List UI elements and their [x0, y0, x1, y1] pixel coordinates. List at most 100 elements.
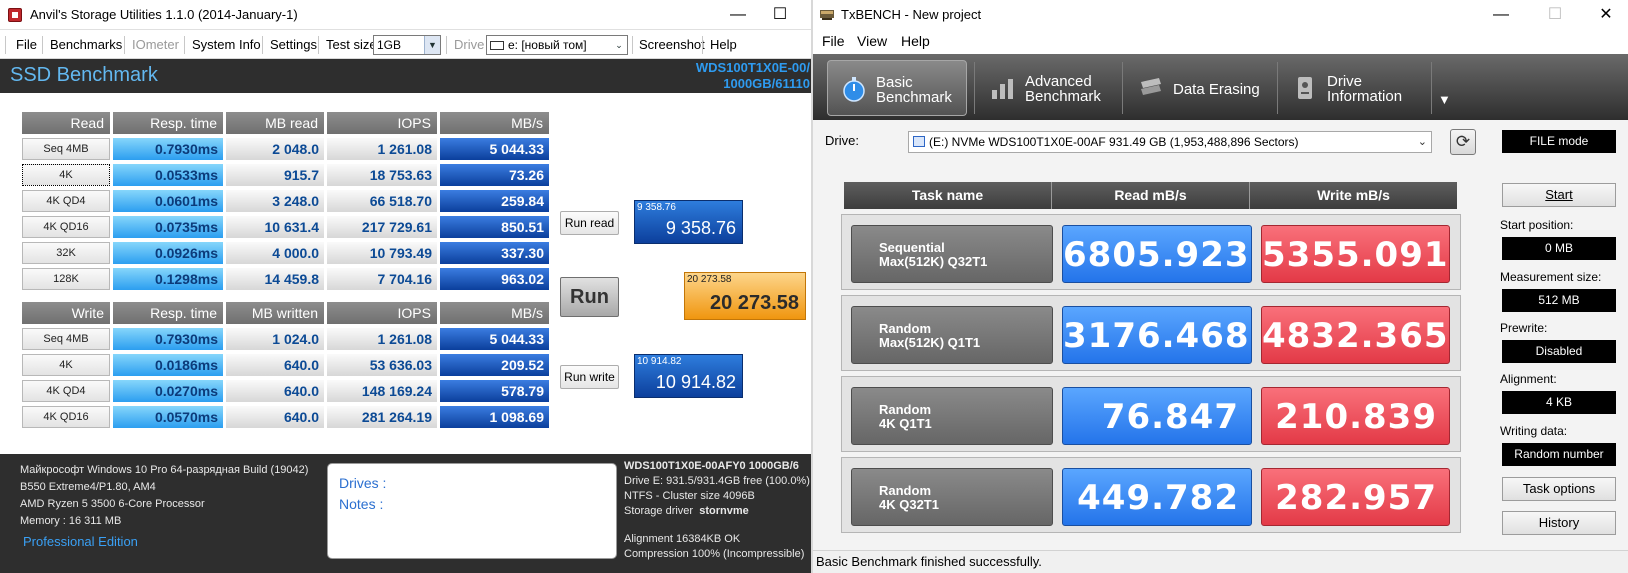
- cpu-info: AMD Ryzen 5 3500 6-Core Processor: [20, 498, 205, 510]
- run-button[interactable]: Run: [560, 277, 619, 317]
- header-read: Read mB/s: [1052, 182, 1250, 209]
- task-name-button[interactable]: Random 4K Q1T1: [851, 387, 1053, 445]
- read-test-button[interactable]: 4K QD4: [22, 190, 110, 212]
- alignment-value[interactable]: 4 KB: [1502, 391, 1616, 414]
- menu-settings[interactable]: Settings: [270, 37, 317, 52]
- writing-data-value[interactable]: Random number: [1502, 443, 1616, 466]
- read-header-mbs: MB/s: [440, 112, 549, 134]
- write-score-small: 10 914.82: [637, 356, 682, 367]
- write-result: 282.957: [1261, 468, 1450, 526]
- drive-info-fs: NTFS - Cluster size 4096B: [624, 490, 755, 502]
- read-mbs-cell: 850.51: [440, 216, 549, 238]
- write-test-button[interactable]: 4K QD16: [22, 406, 110, 428]
- read-result: 6805.923: [1062, 225, 1252, 283]
- refresh-drive-button[interactable]: ⟳: [1450, 129, 1476, 155]
- result-row: Sequential Max(512K) Q32T1 6805.923 5355.0…: [841, 214, 1461, 290]
- task-name-button[interactable]: Random 4K Q32T1: [851, 468, 1053, 526]
- write-resp-cell: 0.0570ms: [113, 406, 223, 428]
- close-button[interactable]: ✕: [1594, 4, 1618, 26]
- write-iops-cell: 53 636.03: [327, 354, 437, 376]
- run-read-button[interactable]: Run read: [560, 211, 619, 235]
- notes-box[interactable]: Drives : Notes :: [327, 463, 617, 559]
- tab-data-erasing[interactable]: Data Erasing: [1125, 60, 1265, 116]
- result-row: Random 4K Q32T1 449.782 282.957: [841, 457, 1461, 533]
- drives-label: Drives :: [339, 475, 387, 491]
- task-name-button[interactable]: Random Max(512K) Q1T1: [851, 306, 1053, 364]
- read-mb-cell: 3 248.0: [226, 190, 324, 212]
- write-test-button[interactable]: 4K: [22, 354, 110, 376]
- menu-view[interactable]: View: [857, 33, 887, 49]
- write-mbs-cell: 209.52: [440, 354, 549, 376]
- more-arrow-icon[interactable]: ▼: [1438, 92, 1451, 107]
- minimize-button[interactable]: —: [1489, 4, 1513, 26]
- test-size-label: Test size: [326, 37, 377, 52]
- anvil-window: Anvil's Storage Utilities 1.1.0 (2014-Ja…: [0, 0, 812, 573]
- drive-label: Drive:: [825, 133, 859, 148]
- menu-help[interactable]: Help: [710, 37, 737, 52]
- alignment-label: Alignment:: [1500, 372, 1557, 386]
- write-test-button[interactable]: Seq 4MB: [22, 328, 110, 350]
- read-test-button[interactable]: 4K QD16: [22, 216, 110, 238]
- read-header-resp: Resp. time: [113, 112, 223, 134]
- write-header-mbs: MB/s: [440, 302, 549, 324]
- menu-benchmarks[interactable]: Benchmarks: [50, 37, 122, 52]
- menu-file[interactable]: File: [16, 37, 37, 52]
- drive-icon: [913, 136, 925, 147]
- maximize-button[interactable]: ☐: [768, 4, 792, 26]
- write-test-button[interactable]: 4K QD4: [22, 380, 110, 402]
- menu-screenshot[interactable]: Screenshot: [639, 37, 705, 52]
- prewrite-value[interactable]: Disabled: [1502, 340, 1616, 363]
- menu-iometer[interactable]: IOmeter: [132, 37, 179, 52]
- write-header-resp: Resp. time: [113, 302, 223, 324]
- tab-drive-information[interactable]: Drive Information: [1279, 60, 1419, 116]
- read-mb-cell: 2 048.0: [226, 138, 324, 160]
- read-result: 3176.468: [1062, 306, 1252, 364]
- write-resp-cell: 0.0186ms: [113, 354, 223, 376]
- write-mb-cell: 640.0: [226, 406, 324, 428]
- read-test-button[interactable]: 128K: [22, 268, 110, 290]
- menu-file[interactable]: File: [822, 33, 845, 49]
- read-test-button[interactable]: 32K: [22, 242, 110, 264]
- start-position-value[interactable]: 0 MB: [1502, 237, 1616, 260]
- drive-model: WDS100T1X0E-00/: [695, 60, 810, 75]
- start-button[interactable]: Start: [1502, 183, 1616, 207]
- task-name-button[interactable]: Sequential Max(512K) Q32T1: [851, 225, 1053, 283]
- read-test-button[interactable]: 4K: [22, 164, 110, 186]
- start-position-label: Start position:: [1500, 218, 1574, 232]
- measurement-size-value[interactable]: 512 MB: [1502, 289, 1616, 312]
- drive-info-compression: Compression 100% (Incompressible): [624, 548, 805, 560]
- read-resp-cell: 0.1298ms: [113, 268, 223, 290]
- dropdown-arrow-icon: ⌄: [611, 36, 627, 54]
- minimize-button[interactable]: —: [726, 4, 750, 26]
- status-bar: Basic Benchmark finished successfully.: [813, 550, 1628, 573]
- drive-select[interactable]: (E:) NVMe WDS100T1X0E-00AF 931.49 GB (1,…: [908, 131, 1432, 153]
- refresh-icon: ⟳: [1455, 132, 1471, 151]
- read-iops-cell: 7 704.16: [327, 268, 437, 290]
- read-score-box: 9 358.76 9 358.76: [634, 200, 743, 244]
- tab-basic-benchmark[interactable]: Basic Benchmark: [827, 60, 967, 116]
- read-test-button[interactable]: Seq 4MB: [22, 138, 110, 160]
- history-button[interactable]: History: [1502, 511, 1616, 535]
- run-write-button[interactable]: Run write: [560, 365, 619, 389]
- drive-select[interactable]: e: [новый том] ⌄: [486, 35, 628, 55]
- system-info-footer: Майкрософт Windows 10 Pro 64-разрядная B…: [0, 454, 812, 573]
- anvil-menubar: File Benchmarks IOmeter System Info Sett…: [0, 31, 812, 59]
- read-mb-cell: 915.7: [226, 164, 324, 186]
- read-mbs-cell: 259.84: [440, 190, 549, 212]
- menu-system-info[interactable]: System Info: [192, 37, 261, 52]
- menu-help[interactable]: Help: [901, 33, 930, 49]
- drive-capacity: 1000GB/61110: [723, 76, 810, 91]
- maximize-button[interactable]: ☐: [1543, 4, 1567, 26]
- read-iops-cell: 1 261.08: [327, 138, 437, 160]
- test-size-select[interactable]: 1GB ▼: [373, 35, 441, 55]
- task-options-button[interactable]: Task options: [1502, 477, 1616, 501]
- read-mbs-cell: 337.30: [440, 242, 549, 264]
- write-resp-cell: 0.7930ms: [113, 328, 223, 350]
- benchmark-header: SSD Benchmark WDS100T1X0E-00/ 1000GB/611…: [0, 59, 812, 93]
- write-header-mb: MB written: [226, 302, 324, 324]
- app-icon: [8, 8, 22, 22]
- tab-advanced-benchmark[interactable]: Advanced Benchmark: [977, 60, 1117, 116]
- main-toolbar: Basic Benchmark Advanced Benchmark Data …: [813, 54, 1628, 120]
- read-resp-cell: 0.0926ms: [113, 242, 223, 264]
- drive-info-alignment: Alignment 16384KB OK: [624, 533, 741, 545]
